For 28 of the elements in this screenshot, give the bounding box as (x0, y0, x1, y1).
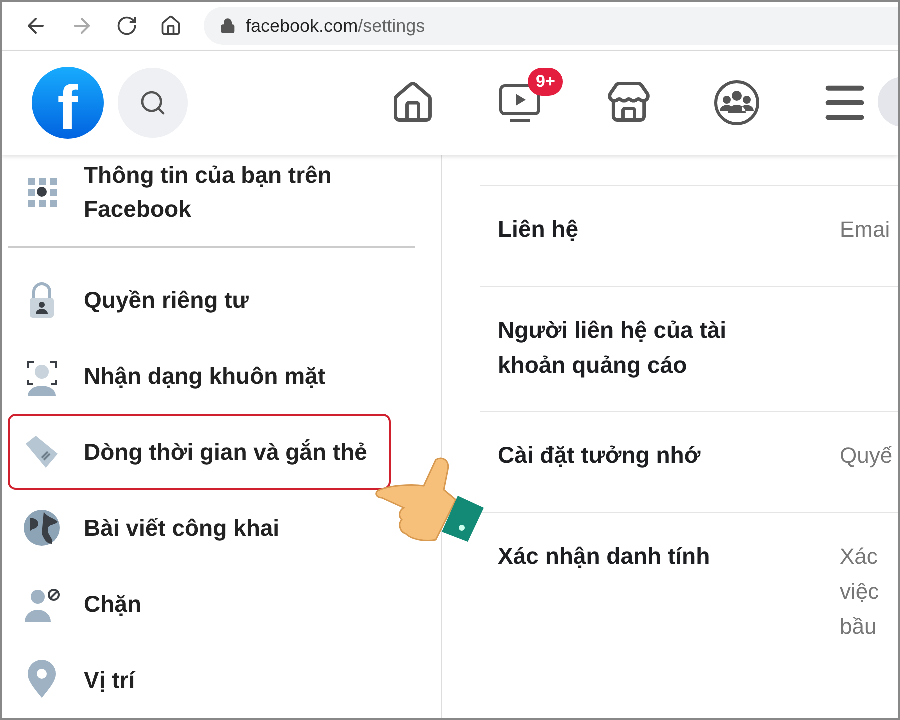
reload-button[interactable] (116, 15, 138, 37)
address-bar[interactable]: facebook.com/settings (204, 7, 898, 45)
notification-badge: 9+ (528, 68, 564, 96)
sidebar-item[interactable]: Bài viết công khai (8, 490, 391, 566)
settings-row[interactable]: Cài đặt tưởng nhớ Quyế (480, 411, 898, 512)
sidebar-item[interactable]: Thông tin của bạn trên Facebook (8, 155, 391, 242)
setting-value: Xác (840, 543, 879, 571)
settings-row[interactable]: Người liên hệ của tài khoản quảng cáo (480, 286, 898, 411)
group-icon (713, 79, 761, 127)
sidebar-item[interactable]: Chặn (8, 566, 391, 642)
setting-value: bầu (840, 613, 878, 641)
sidebar-item[interactable]: Quyền riêng tư (8, 262, 391, 338)
search-icon (139, 89, 167, 117)
setting-label: Người liên hệ của tài khoản quảng cáo (498, 316, 728, 380)
sidebar-item[interactable]: Dòng thời gian và gắn thẻ (8, 414, 391, 490)
globe-icon (22, 508, 62, 548)
settings-row[interactable]: Xác nhận danh tính Xác việc bầu (480, 512, 898, 672)
sidebar-item[interactable]: Vị trí (8, 642, 391, 718)
setting-value: Emai (840, 216, 890, 244)
facebook-logo[interactable]: f (32, 67, 104, 139)
setting-label: Cài đặt tưởng nhớ (498, 441, 702, 470)
setting-value: Quyế (840, 442, 893, 470)
setting-label: Xác nhận danh tính (498, 542, 712, 571)
sidebar-item[interactable]: Nhận dạng khuôn mặt (8, 338, 391, 414)
setting-value: việc (840, 578, 880, 606)
setting-label: Liên hệ (498, 215, 580, 244)
home-button[interactable] (160, 15, 182, 37)
settings-row[interactable]: Liên hệ Emai (480, 185, 898, 286)
